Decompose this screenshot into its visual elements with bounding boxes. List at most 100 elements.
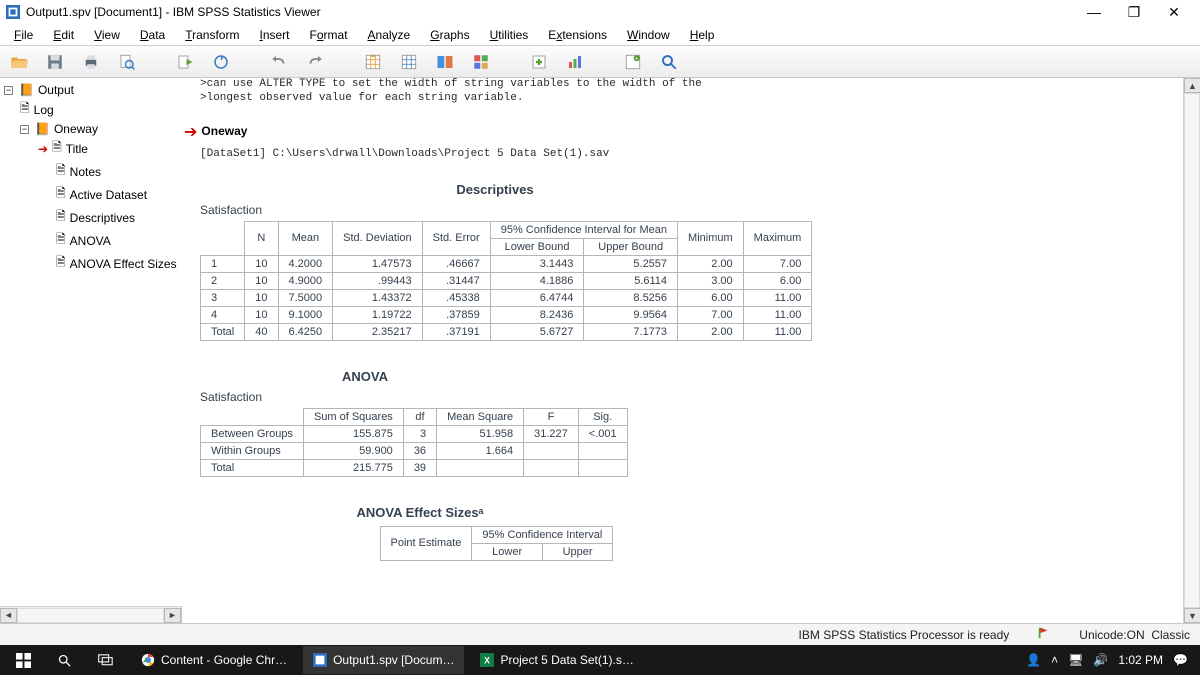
descriptives-table: N Mean Std. Deviation Std. Error 95% Con… [200, 221, 812, 341]
goto-variable-icon[interactable] [396, 49, 422, 75]
taskbar-spss[interactable]: Output1.spv [Docum… [303, 646, 464, 674]
table-row: Between Groups155.875351.95831.227<.001 [201, 425, 628, 442]
anova-table: Sum of Squares df Mean Square F Sig. Bet… [200, 408, 628, 477]
tree-descriptives[interactable]: 🗎 Descriptives [2, 206, 180, 229]
menu-extensions[interactable]: Extensions [538, 26, 617, 44]
select-icon[interactable] [468, 49, 494, 75]
menu-file[interactable]: File [4, 26, 43, 44]
arrow-icon: ➔ [184, 122, 197, 142]
anova-caption: Satisfaction [200, 390, 1190, 404]
table-row: 4109.10001.19722.378598.24369.95647.0011… [201, 306, 812, 323]
tree-oneway[interactable]: − 📙 Oneway [2, 121, 180, 137]
window-title: Output1.spv [Document1] - IBM SPSS Stati… [26, 5, 1074, 19]
scroll-right-icon[interactable]: ► [164, 608, 181, 623]
scroll-left-icon[interactable]: ◄ [0, 608, 17, 623]
tree-output[interactable]: − 📙 Output [2, 82, 180, 98]
menu-edit[interactable]: Edit [43, 26, 84, 44]
insert-icon[interactable] [526, 49, 552, 75]
tree-notes[interactable]: 🗎 Notes [2, 160, 180, 183]
outline-pane[interactable]: − 📙 Output 🗎 Log − 📙 Oneway ➔ 🗎 Title 🗎 … [0, 78, 182, 606]
table-icon: 🗎 [56, 207, 66, 228]
statusbar: IBM SPSS Statistics Processor is ready U… [0, 623, 1200, 645]
table-row: 3107.50001.43372.453386.47448.52566.0011… [201, 289, 812, 306]
maximize-button[interactable]: ❐ [1114, 0, 1154, 24]
scroll-down-icon[interactable]: ▼ [1184, 608, 1200, 623]
mode-status: Classic [1151, 628, 1190, 642]
folder-icon: 📙 [35, 122, 50, 136]
menu-data[interactable]: Data [130, 26, 175, 44]
collapse-icon[interactable]: − [20, 125, 29, 134]
tree-title[interactable]: ➔ 🗎 Title [2, 137, 180, 160]
table-row: Within Groups59.900361.664 [201, 442, 628, 459]
tree-active-dataset[interactable]: 🗎 Active Dataset [2, 183, 180, 206]
taskbar: Content - Google Chr… Output1.spv [Docum… [0, 645, 1200, 675]
menu-transform[interactable]: Transform [175, 26, 249, 44]
tree-anova[interactable]: 🗎 ANOVA [2, 229, 180, 252]
display-icon[interactable]: 🖥 [1068, 653, 1083, 667]
notes-icon: 🗎 [56, 161, 66, 182]
dataset-icon: 🗎 [56, 184, 66, 205]
svg-text:+: + [635, 56, 639, 62]
menu-window[interactable]: Window [617, 26, 680, 44]
log-icon: 🗎 [20, 99, 30, 120]
menu-utilities[interactable]: Utilities [480, 26, 539, 44]
menu-help[interactable]: Help [680, 26, 725, 44]
people-icon[interactable]: 👤 [1026, 653, 1041, 667]
start-button[interactable] [6, 646, 41, 674]
menu-insert[interactable]: Insert [249, 26, 299, 44]
oneway-heading: ➔ Oneway [184, 116, 1190, 148]
menu-format[interactable]: Format [300, 26, 358, 44]
anova-title: ANOVA [200, 369, 530, 384]
print-icon[interactable] [78, 49, 104, 75]
taskbar-search-icon[interactable] [47, 646, 82, 674]
processor-status: IBM SPSS Statistics Processor is ready [799, 628, 1010, 642]
table-row: 2104.9000.99443.314474.18865.61143.006.0… [201, 272, 812, 289]
task-view-icon[interactable] [88, 646, 125, 674]
unicode-status: Unicode:ON [1079, 628, 1144, 642]
taskbar-chrome[interactable]: Content - Google Chr… [131, 646, 297, 674]
table-row: Total406.42502.35217.371915.67277.17732.… [201, 323, 812, 340]
menubar: File Edit View Data Transform Insert For… [0, 24, 1200, 46]
clock[interactable]: 1:02 PM [1118, 653, 1163, 667]
tree-log[interactable]: 🗎 Log [2, 98, 180, 121]
tree-effect-sizes[interactable]: 🗎 ANOVA Effect Sizes [2, 252, 180, 275]
menu-analyze[interactable]: Analyze [358, 26, 421, 44]
scroll-up-icon[interactable]: ▲ [1184, 78, 1200, 93]
table-icon: 🗎 [56, 253, 66, 274]
menu-graphs[interactable]: Graphs [420, 26, 479, 44]
descriptives-title: Descriptives [200, 182, 790, 197]
menu-view[interactable]: View [84, 26, 130, 44]
content-vscrollbar[interactable]: ▲ ▼ [1183, 78, 1200, 623]
table-row: Total215.77539 [201, 459, 628, 476]
descriptives-caption: Satisfaction [200, 203, 1190, 217]
arrow-icon: ➔ [38, 142, 48, 156]
app-icon [6, 5, 20, 19]
minimize-button[interactable]: — [1074, 0, 1114, 24]
preview-icon[interactable] [114, 49, 140, 75]
output-content[interactable]: >can use ALTER TYPE to set the width of … [182, 78, 1200, 623]
toolbar: + [0, 46, 1200, 78]
window-titlebar: Output1.spv [Document1] - IBM SPSS Stati… [0, 0, 1200, 24]
outline-hscrollbar[interactable]: ◄ ► [0, 606, 181, 623]
designate-window-icon[interactable]: + [620, 49, 646, 75]
syntax-text: >can use ALTER TYPE to set the width of … [200, 78, 1190, 106]
recall-icon[interactable] [208, 49, 234, 75]
redo-icon[interactable] [302, 49, 328, 75]
save-icon[interactable] [42, 49, 68, 75]
svg-text:X: X [485, 656, 491, 666]
close-button[interactable]: ✕ [1154, 0, 1194, 24]
search-icon[interactable] [656, 49, 682, 75]
volume-icon[interactable]: 🔊 [1093, 653, 1108, 667]
dataset-path: [DataSet1] C:\Users\drwall\Downloads\Pro… [200, 148, 1190, 160]
undo-icon[interactable] [266, 49, 292, 75]
taskbar-excel[interactable]: X Project 5 Data Set(1).s… [470, 646, 643, 674]
goto-data-icon[interactable] [360, 49, 386, 75]
status-flag-icon [1037, 626, 1051, 643]
chart-icon[interactable] [562, 49, 588, 75]
export-icon[interactable] [172, 49, 198, 75]
variables-icon[interactable] [432, 49, 458, 75]
collapse-icon[interactable]: − [4, 86, 13, 95]
tray-chevron-icon[interactable]: ˄ [1051, 653, 1058, 667]
notifications-icon[interactable]: 💬 [1173, 653, 1188, 667]
open-icon[interactable] [6, 49, 32, 75]
